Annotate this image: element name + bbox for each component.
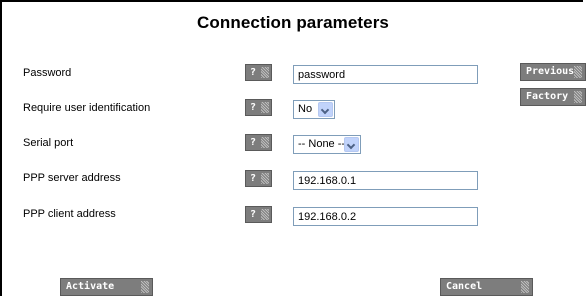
password-input[interactable]: password bbox=[293, 65, 478, 84]
cancel-button[interactable]: Cancel bbox=[440, 278, 533, 296]
page-title: Connection parameters bbox=[197, 13, 389, 32]
cancel-button-label: Cancel bbox=[446, 281, 483, 292]
chevron-down-icon[interactable] bbox=[344, 137, 359, 152]
factory-button-label: Factory bbox=[526, 91, 569, 102]
help-button-label: ? bbox=[250, 137, 257, 148]
hatch-icon bbox=[261, 102, 269, 113]
password-label: Password bbox=[23, 67, 72, 79]
select-value: -- None -- bbox=[298, 138, 346, 150]
previous-button[interactable]: Previous bbox=[520, 63, 586, 81]
ppp-server-address-input[interactable]: 192.168.0.1 bbox=[293, 171, 478, 190]
help-button-label: ? bbox=[250, 67, 257, 78]
hatch-icon bbox=[574, 66, 582, 78]
ppp-client-address-label: PPP client address bbox=[23, 208, 116, 220]
ppp-client-address-input[interactable]: 192.168.0.2 bbox=[293, 207, 478, 226]
serial-port-select[interactable]: -- None -- bbox=[293, 135, 361, 154]
ppp-server-address-label: PPP server address bbox=[23, 172, 121, 184]
password-help-button[interactable]: ? bbox=[245, 64, 272, 81]
activate-button-label: Activate bbox=[66, 281, 115, 292]
require-user-identification-select[interactable]: No bbox=[293, 100, 335, 119]
hatch-icon bbox=[261, 209, 269, 220]
hatch-icon bbox=[261, 173, 269, 184]
help-button-label: ? bbox=[250, 209, 257, 220]
serial-port-label: Serial port bbox=[23, 137, 74, 149]
page-frame bbox=[0, 0, 583, 296]
ppp-client-address-help-button[interactable]: ? bbox=[245, 206, 272, 223]
hatch-icon bbox=[574, 91, 582, 103]
help-button-label: ? bbox=[250, 102, 257, 113]
hatch-icon bbox=[521, 281, 529, 293]
activate-button[interactable]: Activate bbox=[60, 278, 153, 296]
ppp-server-address-help-button[interactable]: ? bbox=[245, 170, 272, 187]
serial-port-help-button[interactable]: ? bbox=[245, 134, 272, 151]
hatch-icon bbox=[261, 67, 269, 78]
factory-button[interactable]: Factory bbox=[520, 88, 586, 106]
select-value: No bbox=[298, 103, 313, 115]
hatch-icon bbox=[141, 281, 149, 293]
hatch-icon bbox=[261, 137, 269, 148]
require-user-identification-help-button[interactable]: ? bbox=[245, 99, 272, 116]
previous-button-label: Previous bbox=[526, 66, 575, 77]
help-button-label: ? bbox=[250, 173, 257, 184]
chevron-down-icon[interactable] bbox=[318, 102, 333, 117]
require-user-identification-label: Require user identification bbox=[23, 102, 151, 114]
